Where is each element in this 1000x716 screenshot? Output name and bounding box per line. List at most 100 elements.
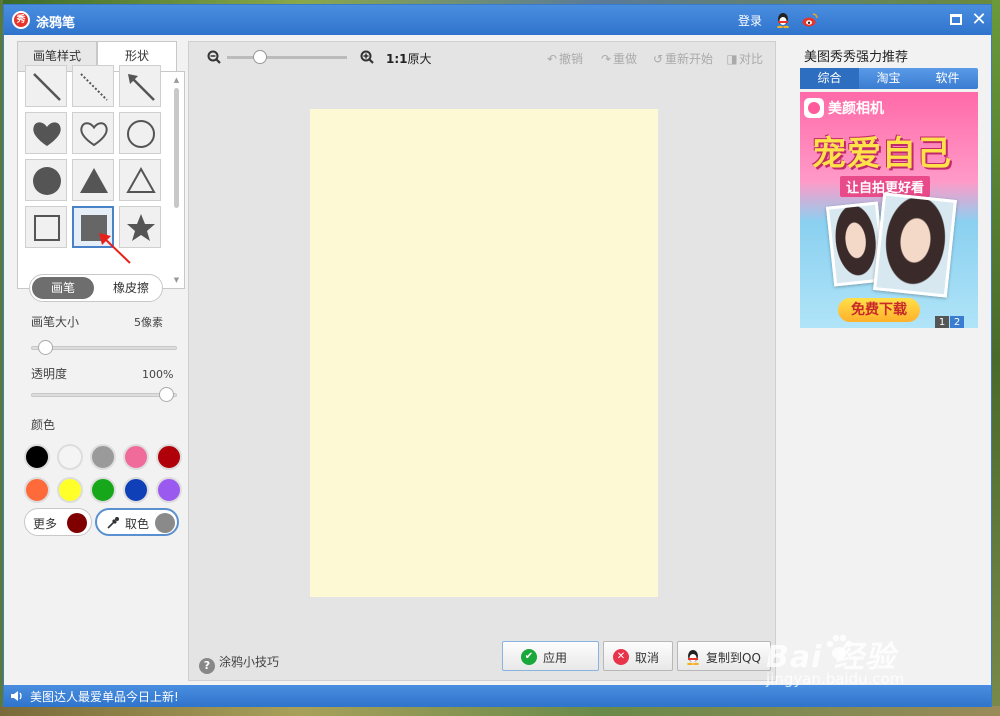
shape-scrollbar[interactable]: ▲ ▼ [172,76,181,284]
zoom-ratio-button[interactable]: 1:1原大 [386,50,432,67]
apply-button[interactable]: ✔ 应用 [502,641,599,671]
ad-page-1[interactable]: 1 [935,316,949,328]
qq-penguin-icon[interactable] [776,12,790,28]
doodle-window: 秀 涂鸦笔 登录 ✕ 画笔样式 形状 ▲ ▼ 画笔 橡皮擦 画笔大小 5像素 透… [3,4,992,707]
color-swatch-yellow[interactable] [57,477,83,503]
zoom-slider-knob[interactable] [253,50,267,64]
zoom-slider-track[interactable] [227,56,347,59]
eyedropper-icon [107,517,119,529]
drawing-canvas[interactable] [310,109,658,597]
filled-circle-icon[interactable] [25,159,67,201]
outline-square-icon[interactable] [25,206,67,248]
opacity-slider-knob[interactable] [159,387,174,402]
cancel-button[interactable]: ✕ 取消 [603,641,673,671]
color-swatch-green[interactable] [90,477,116,503]
watermark-url: jingyan.baidu.com [766,670,905,688]
compare-label: 对比 [739,52,764,66]
brush-mode-button[interactable]: 画笔 [32,277,94,299]
copy-to-qq-button[interactable]: 复制到QQ [677,641,771,671]
redo-label: 重做 [613,52,638,66]
scroll-down-icon[interactable]: ▼ [172,276,181,284]
color-swatch-purple[interactable] [156,477,182,503]
desktop-background-right [992,0,1000,716]
copy-to-qq-label: 复制到QQ [706,651,761,665]
more-colors-label: 更多 [33,517,58,531]
ad-photo [873,192,957,298]
color-swatch-dark-red[interactable] [156,444,182,470]
pick-color-label: 取色 [125,517,150,531]
color-swatch-blue[interactable] [123,477,149,503]
ad-download-button[interactable]: 免费下载 [838,298,920,322]
line-icon[interactable] [25,65,67,107]
qq-penguin-icon [687,650,699,665]
login-link[interactable]: 登录 [738,12,762,29]
zoom-ratio-value: 1:1 [386,52,408,66]
tab-software[interactable]: 软件 [918,68,977,89]
current-color-swatch [67,513,87,533]
help-icon: ? [199,658,215,674]
outline-triangle-icon[interactable] [119,159,161,201]
restart-label: 重新开始 [665,52,714,66]
tab-general[interactable]: 综合 [800,68,859,89]
scroll-up-icon[interactable]: ▲ [172,76,181,84]
speaker-icon [11,691,22,701]
weibo-icon[interactable] [802,13,818,27]
color-swatch-gray[interactable] [90,444,116,470]
redo-button[interactable]: ↷ 重做 [599,50,637,67]
pick-color-button[interactable]: 取色 [95,508,179,536]
maximize-button[interactable] [947,11,965,29]
zoom-ratio-text: 原大 [407,52,432,66]
cancel-icon: ✕ [613,649,629,665]
window-title: 涂鸦笔 [36,16,76,31]
undo-icon: ↶ [546,52,558,66]
ad-app-name: 美颜相机 [804,98,884,118]
doodle-tips-label: 涂鸦小技巧 [219,655,280,669]
restart-icon: ↺ [652,52,664,66]
arrow-icon[interactable] [119,65,161,107]
undo-button[interactable]: ↶ 撤销 [545,50,583,67]
opacity-value: 100% [142,368,174,381]
tab-taobao[interactable]: 淘宝 [859,68,918,89]
zoom-in-icon[interactable] [360,50,374,64]
undo-label: 撤销 [559,52,584,66]
outline-circle-icon[interactable] [119,112,161,154]
ad-app-label: 美颜相机 [828,101,884,117]
outline-heart-icon[interactable] [72,112,114,154]
brush-eraser-toggle: 画笔 橡皮擦 [29,274,163,302]
title-bar[interactable]: 秀 涂鸦笔 登录 ✕ [4,5,991,35]
color-swatch-black[interactable] [24,444,50,470]
scroll-thumb[interactable] [174,88,179,208]
ad-banner[interactable]: 美颜相机 宠爱自己 让自拍更好看 免费下载 123 [800,92,978,328]
picked-color-swatch [155,513,175,533]
compare-icon: ◨ [726,52,738,66]
ad-headline: 宠爱自己 [812,134,952,174]
opacity-slider-track[interactable] [31,393,177,397]
camera-app-icon [804,98,824,118]
compare-button[interactable]: ◨对比 [725,50,763,67]
red-annotation-arrow-icon [99,233,131,264]
recommend-title: 美图秀秀强力推荐 [804,50,909,65]
desktop-background-bottom [0,706,1000,716]
close-button[interactable]: ✕ [970,11,988,29]
more-colors-button[interactable]: 更多 [24,508,92,536]
status-message-link[interactable]: 美图达人最爱单品今日上新! [30,688,179,705]
color-swatch-orange[interactable] [24,477,50,503]
zoom-out-icon[interactable] [207,50,221,64]
filled-heart-icon[interactable] [25,112,67,154]
dotted-line-icon[interactable] [72,65,114,107]
color-label: 颜色 [31,418,56,432]
redo-icon: ↷ [600,52,612,66]
canvas-area: 1:1原大 ↶ 撤销 ↷ 重做 ↺ 重新开始 ◨对比 ? 涂鸦小技巧 ✔ 应用 ✕ 取消… [188,41,776,681]
eraser-mode-button[interactable]: 橡皮擦 [100,277,162,299]
canvas-toolbar: 1:1原大 ↶ 撤销 ↷ 重做 ↺ 重新开始 ◨对比 [189,42,775,72]
brush-size-slider-knob[interactable] [38,340,53,355]
check-icon: ✔ [521,649,537,665]
color-swatch-pink[interactable] [123,444,149,470]
ad-page-2[interactable]: 2 [950,316,964,328]
color-swatch-white[interactable] [57,444,83,470]
ad-pagination: 123 [934,314,978,328]
restart-button[interactable]: ↺ 重新开始 [651,50,713,67]
doodle-tips-link[interactable]: ? 涂鸦小技巧 [199,653,279,674]
left-panel: 画笔样式 形状 ▲ ▼ 画笔 橡皮擦 画笔大小 5像素 透明度 100% 颜色 … [13,41,185,681]
filled-triangle-icon[interactable] [72,159,114,201]
